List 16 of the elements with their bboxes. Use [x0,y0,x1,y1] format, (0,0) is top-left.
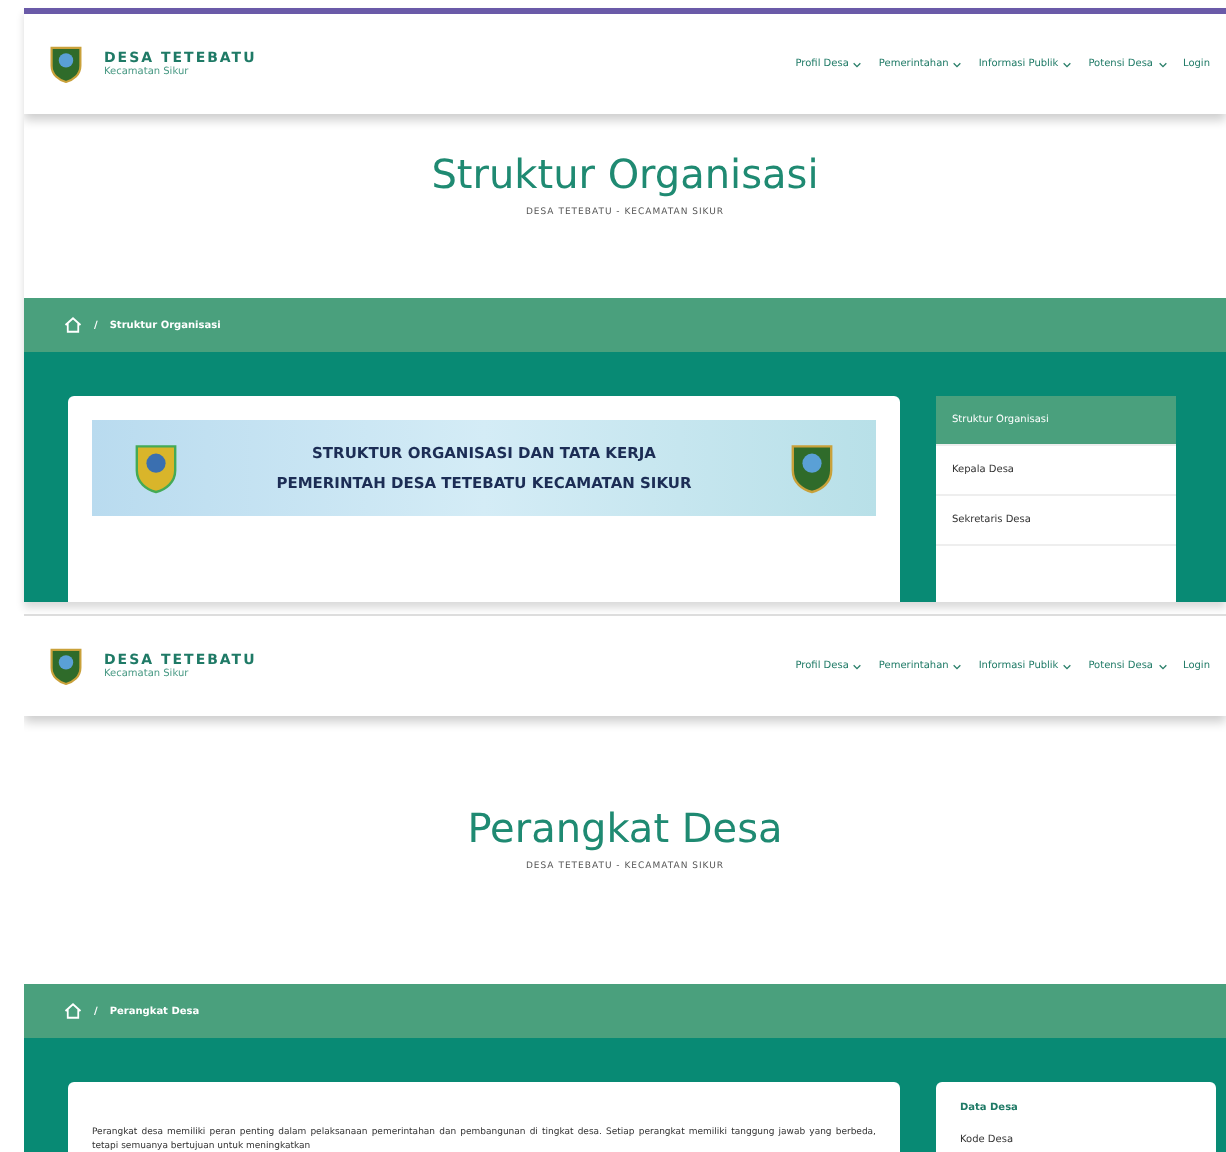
shield-logo-icon [48,44,84,84]
caret-icon [1062,59,1073,69]
home-icon[interactable] [64,1002,82,1020]
caret-icon [1157,661,1167,671]
caret-icon [952,661,963,671]
shield-emblem-icon [787,440,836,496]
home-icon[interactable] [64,316,82,334]
caret-icon [1157,59,1167,69]
emblem-icon [132,440,180,496]
caret-icon [1062,661,1073,671]
caret-icon [852,59,863,69]
caret-icon [852,661,863,671]
shield-logo-icon [48,646,84,686]
page-title: Struktur Organisasi [429,150,821,198]
page-title: Perangkat Desa [465,804,785,852]
caret-icon [952,59,963,69]
